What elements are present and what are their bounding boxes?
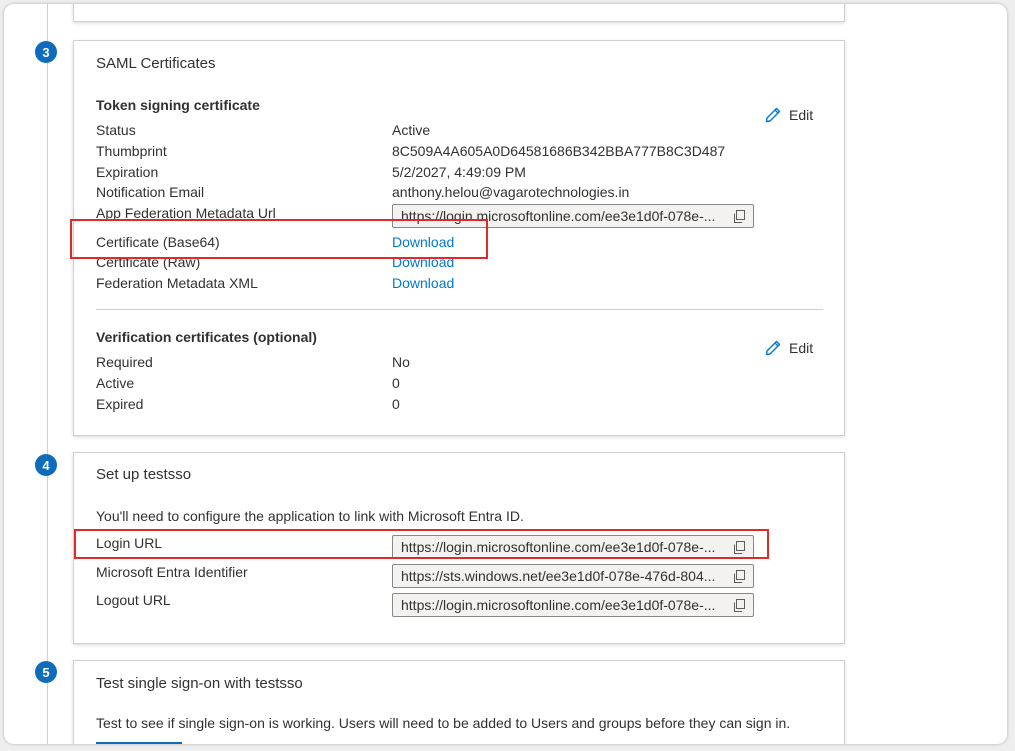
copy-icon[interactable] <box>733 210 746 223</box>
saml-certificates-title: SAML Certificates <box>96 55 216 72</box>
entra-identifier-label: Microsoft Entra Identifier <box>96 564 248 580</box>
thumbprint-value: 8C509A4A605A0D64581686B342BBA777B8C3D487 <box>392 143 726 159</box>
federation-metadata-xml-label: Federation Metadata XML <box>96 275 258 291</box>
test-sso-card: Test single sign-on with testsso Test to… <box>73 660 845 744</box>
expired-label: Expired <box>96 396 144 412</box>
step-4-badge: 4 <box>35 454 57 476</box>
thumbprint-label: Thumbprint <box>96 143 167 159</box>
previous-section-card <box>73 4 845 22</box>
status-label: Status <box>96 122 136 138</box>
logout-url-value: https://login.microsoftonline.com/ee3e1d… <box>401 597 716 613</box>
entra-identifier-field[interactable]: https://sts.windows.net/ee3e1d0f-078e-47… <box>392 564 754 588</box>
verification-edit-button[interactable]: Edit <box>764 338 813 358</box>
logout-url-label: Logout URL <box>96 592 171 608</box>
copy-icon[interactable] <box>733 570 746 583</box>
test-sso-description: Test to see if single sign-on is working… <box>96 715 791 731</box>
certificate-base64-highlight <box>70 219 488 259</box>
setup-description: You'll need to configure the application… <box>96 508 524 524</box>
step-5-badge: 5 <box>35 661 57 683</box>
edit-label: Edit <box>789 340 814 356</box>
entra-identifier-value: https://sts.windows.net/ee3e1d0f-078e-47… <box>401 568 716 584</box>
required-value: No <box>392 354 410 370</box>
expiration-label: Expiration <box>96 164 159 180</box>
logout-url-field[interactable]: https://login.microsoftonline.com/ee3e1d… <box>392 593 754 617</box>
app-frame: 3 SAML Certificates Token signing certif… <box>4 4 1007 744</box>
section-divider <box>96 309 823 310</box>
token-signing-heading: Token signing certificate <box>96 97 260 113</box>
copy-icon[interactable] <box>733 599 746 612</box>
test-button[interactable] <box>96 742 182 744</box>
notification-email-value: anthony.helou@vagarotechnologies.in <box>392 184 630 200</box>
required-label: Required <box>96 354 153 370</box>
expiration-value: 5/2/2027, 4:49:09 PM <box>392 164 526 180</box>
federation-metadata-xml-download-link[interactable]: Download <box>392 275 454 291</box>
edit-label: Edit <box>789 107 814 123</box>
verification-certificates-heading: Verification certificates (optional) <box>96 329 317 345</box>
pencil-icon <box>765 340 781 356</box>
status-value: Active <box>392 122 431 138</box>
expired-value: 0 <box>392 396 400 412</box>
active-label: Active <box>96 375 135 391</box>
login-url-highlight <box>74 529 769 559</box>
test-sso-title: Test single sign-on with testsso <box>96 675 303 692</box>
setup-title: Set up testsso <box>96 466 192 483</box>
step-timeline <box>47 4 48 744</box>
active-value: 0 <box>392 375 400 391</box>
token-signing-edit-button[interactable]: Edit <box>764 105 813 125</box>
step-3-badge: 3 <box>35 41 57 63</box>
pencil-icon <box>765 107 781 123</box>
notification-email-label: Notification Email <box>96 184 205 200</box>
